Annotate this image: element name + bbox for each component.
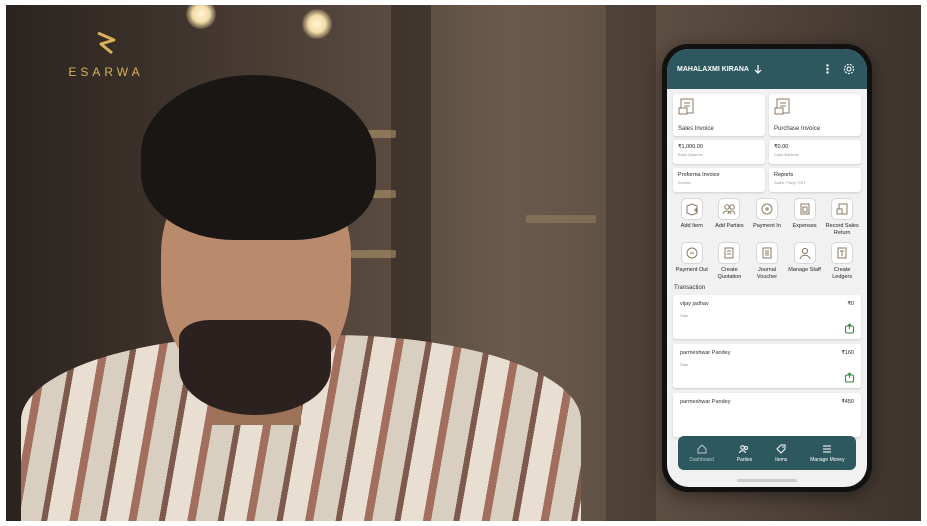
action-label: Create Quotation — [717, 266, 742, 280]
nav-label: Parties — [736, 456, 753, 463]
logo-mark-icon — [97, 31, 116, 55]
action-journal-voucher[interactable]: Journal Voucher — [748, 241, 786, 281]
dashboard-content: Sales Invoice Purchase Invoice ₹1,000.00… — [667, 89, 867, 437]
ceiling-light — [186, 5, 216, 29]
action-manage-staff[interactable]: Manage Staff — [786, 241, 824, 281]
proforma-invoice-card[interactable]: Proforma Invoice Invoice — [673, 168, 765, 192]
manage-staff-icon — [793, 241, 816, 264]
nav-label: Manage Money — [810, 456, 845, 463]
balance-label: Cash Balance — [774, 152, 799, 157]
transaction-type: Sale — [680, 312, 689, 318]
action-payment-in[interactable]: Payment In — [748, 198, 786, 237]
shortcut-subtitle: Sales, Party, GST.. — [774, 180, 808, 185]
business-name: MAHALAXMI KIRANA — [677, 65, 749, 73]
transaction-card[interactable]: vijay jadhav ₹0 Sale — [673, 294, 861, 339]
action-add-item[interactable]: Add Item — [673, 198, 711, 237]
sales-invoice-icon — [678, 98, 694, 115]
shortcut-subtitle: Invoice — [678, 180, 691, 185]
action-label: Record Sales Return — [825, 223, 859, 236]
expenses-icon — [793, 198, 816, 220]
quick-actions: Add Item Add Parties Payment In Expenses… — [673, 198, 861, 281]
sales-invoice-tile[interactable]: Sales Invoice — [673, 94, 765, 136]
balance-value: ₹0.00 — [774, 144, 789, 150]
ceiling-light — [302, 9, 332, 39]
transaction-amount: ₹0 — [847, 300, 854, 307]
tag-icon — [776, 444, 786, 454]
payment-out-icon — [680, 241, 703, 264]
gear-icon — [843, 63, 855, 75]
more-menu-button[interactable] — [819, 61, 835, 77]
action-label: Add Parties — [715, 223, 744, 229]
arrow-down-icon — [754, 64, 762, 74]
transaction-amount: ₹160 — [841, 349, 854, 356]
balance-value: ₹1,000.00 — [678, 144, 703, 150]
phone-mockup: MAHALAXMI KIRANA Sales Invoice Purchase … — [662, 44, 872, 492]
action-label: Payment In — [753, 223, 781, 229]
quotation-icon — [718, 241, 741, 264]
action-label: Add Item — [680, 223, 703, 229]
reports-card[interactable]: Reports Sales, Party, GST.. — [769, 168, 861, 192]
purchase-invoice-icon — [774, 98, 790, 115]
party-name: parmeshwar Pandey — [680, 398, 731, 405]
list-icon — [823, 445, 832, 452]
party-name: parmeshwar Pandey — [680, 349, 731, 356]
action-expenses[interactable]: Expenses — [786, 198, 824, 237]
payment-in-icon — [755, 198, 778, 220]
more-vertical-icon — [825, 64, 829, 74]
ledger-icon — [831, 241, 854, 264]
tile-label: Purchase Invoice — [774, 126, 821, 132]
sales-return-icon — [831, 198, 854, 220]
action-label: Manage Staff — [788, 266, 821, 273]
action-payment-out[interactable]: Payment Out — [673, 241, 711, 281]
nav-manage-money[interactable]: Manage Money — [810, 444, 845, 463]
share-icon[interactable] — [844, 322, 855, 334]
nav-dashboard[interactable]: Dashboard — [689, 443, 714, 463]
invoice-tiles: Sales Invoice Purchase Invoice — [673, 94, 861, 136]
transactions-heading: Transaction — [674, 284, 706, 291]
bottom-navigation: Dashboard Parties Items Manage Money — [678, 436, 856, 470]
share-icon[interactable] — [844, 371, 855, 383]
party-name: vijay jadhav — [680, 300, 709, 307]
presenter-beard — [179, 320, 331, 415]
transaction-amount: ₹450 — [841, 398, 854, 405]
cash-balance-card[interactable]: ₹0.00 Cash Balance — [769, 140, 861, 164]
action-label: Journal Voucher — [756, 266, 778, 280]
transaction-type: Sale — [680, 361, 689, 367]
action-create-ledgers[interactable]: Create Ledgers — [823, 241, 861, 281]
bank-balance-card[interactable]: ₹1,000.00 Bank Balance — [673, 140, 765, 164]
purchase-invoice-tile[interactable]: Purchase Invoice — [769, 94, 861, 136]
balance-cards: ₹1,000.00 Bank Balance ₹0.00 Cash Balanc… — [673, 140, 861, 164]
shortcut-cards: Proforma Invoice Invoice Reports Sales, … — [673, 168, 861, 192]
background-pillar — [606, 5, 656, 521]
settings-button[interactable] — [841, 61, 857, 77]
business-selector[interactable]: MAHALAXMI KIRANA — [677, 64, 813, 74]
nav-label: Dashboard — [689, 456, 714, 463]
home-icon — [697, 443, 707, 453]
parties-icon — [739, 444, 749, 453]
transaction-card[interactable]: parmeshwar Pandey ₹450 — [673, 392, 861, 437]
nav-label: Items — [775, 456, 788, 463]
phone-screen: MAHALAXMI KIRANA Sales Invoice Purchase … — [667, 49, 867, 487]
action-label: Payment Out — [675, 266, 708, 273]
home-indicator — [737, 479, 797, 482]
action-label: Create Ledgers — [832, 266, 853, 280]
balance-label: Bank Balance — [678, 152, 703, 157]
app-header: MAHALAXMI KIRANA — [667, 49, 867, 89]
action-add-parties[interactable]: Add Parties — [711, 198, 749, 237]
action-label: Expenses — [792, 223, 817, 229]
transaction-card[interactable]: parmeshwar Pandey ₹160 Sale — [673, 343, 861, 388]
presenter-hair — [141, 75, 376, 240]
brand-logo: ESARWA — [51, 30, 161, 79]
presenter — [21, 75, 581, 521]
add-item-icon — [680, 198, 703, 220]
action-create-quotation[interactable]: Create Quotation — [711, 241, 749, 281]
shortcut-title: Proforma Invoice — [678, 172, 720, 178]
nav-items[interactable]: Items — [775, 444, 787, 463]
add-parties-icon — [718, 198, 741, 220]
tile-label: Sales Invoice — [678, 126, 714, 132]
shortcut-title: Reports — [774, 172, 794, 178]
nav-parties[interactable]: Parties — [736, 444, 753, 463]
journal-voucher-icon — [755, 241, 778, 264]
action-record-sales-return[interactable]: Record Sales Return — [823, 198, 861, 237]
